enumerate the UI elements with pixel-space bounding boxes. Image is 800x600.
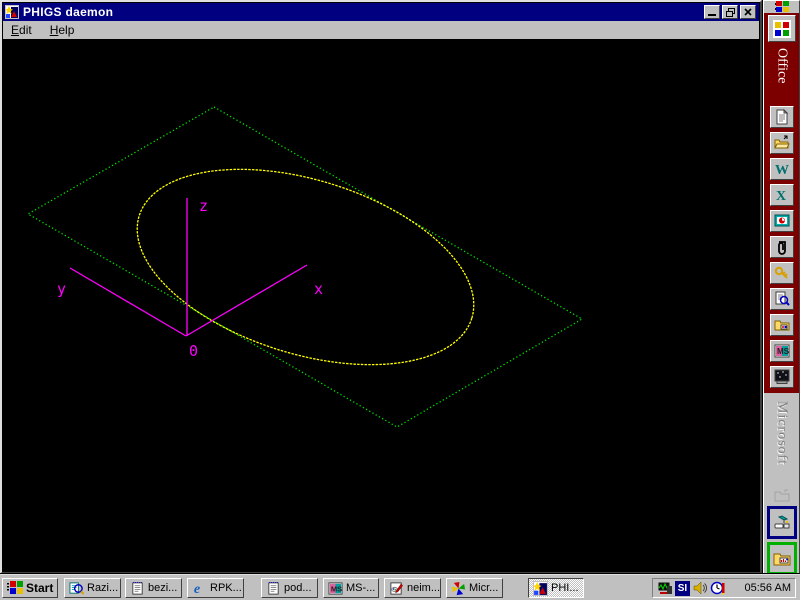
task-button-notepad-2[interactable]: pod... (261, 578, 318, 598)
internet-explorer-icon: e (194, 581, 200, 596)
office-app-icon (451, 581, 466, 595)
task-button-internet[interactable]: e RPK... (187, 578, 244, 598)
office-bar-menu-button[interactable] (764, 1, 799, 13)
explorer-icon (69, 581, 84, 595)
phigs-window: PHIGS daemon Edit Help (0, 0, 762, 574)
svg-text:X: X (776, 189, 786, 203)
task-label: pod... (284, 582, 312, 594)
start-button[interactable]: Start (2, 578, 58, 598)
schedule-button[interactable] (769, 210, 794, 232)
minimize-icon (708, 14, 716, 16)
taskbar: Start Razi... bezi... e RPK... pod... MS… (0, 574, 800, 600)
dark-screen-button[interactable] (769, 366, 794, 388)
ms-dos-icon: MS (328, 581, 343, 595)
desktop-toolbar-button[interactable] (766, 506, 797, 539)
phigs-app-icon (533, 580, 548, 596)
menu-edit-accel: E (11, 23, 20, 37)
task-label: PHI... (551, 582, 579, 594)
office-logo-button[interactable] (767, 15, 796, 42)
new-document-icon (776, 109, 788, 125)
binder-clip-icon (777, 241, 786, 255)
word-button[interactable]: W (769, 158, 794, 180)
task-label: Razi... (87, 582, 119, 594)
folder-image-button[interactable] (769, 314, 794, 336)
desktop: PHIGS daemon Edit Help z x y 0 Office W … (0, 0, 800, 600)
disabled-folder-icon (774, 489, 789, 502)
menu-help-rest: elp (58, 23, 75, 37)
find-document-icon (775, 291, 790, 306)
ms-dos-icon: MS (774, 344, 790, 358)
maximize-button[interactable] (722, 5, 738, 19)
word-icon: W (775, 163, 789, 177)
open-folder-icon (773, 135, 790, 149)
microsoft-brand-label: Microsoft (774, 401, 790, 466)
task-button-paint[interactable]: neim... (384, 578, 441, 598)
desktop-icon (774, 514, 789, 528)
notepad-icon (268, 581, 279, 595)
folder-chart-icon (773, 553, 790, 565)
keyboard-layout-indicator[interactable]: SI (675, 580, 690, 596)
task-label: bezi... (148, 582, 178, 594)
svg-text:MS: MS (331, 584, 342, 593)
windows-logo-icon (774, 1, 789, 12)
task-label: neim... (407, 582, 441, 594)
task-label: MS-... (346, 582, 376, 594)
excel-icon: X (776, 189, 786, 203)
svg-text:MS: MS (777, 347, 790, 356)
task-button-notepad-1[interactable]: bezi... (125, 578, 182, 598)
notepad-icon (132, 581, 143, 595)
menu-edit[interactable]: Edit (11, 23, 32, 37)
new-document-button[interactable] (769, 106, 794, 128)
title-bar[interactable]: PHIGS daemon (3, 3, 759, 21)
task-button-explorer[interactable]: Razi... (64, 578, 121, 598)
find-button[interactable] (769, 288, 794, 310)
menu-help[interactable]: Help (50, 23, 75, 37)
schedule-clock-icon (774, 214, 789, 227)
paint-icon (390, 581, 403, 595)
task-button-office-app[interactable]: Micr... (446, 578, 503, 598)
graphics-client-area (3, 39, 759, 571)
clock[interactable]: 05:56 AM (745, 582, 791, 594)
menu-edit-rest: dit (19, 23, 32, 37)
task-label: Micr... (469, 582, 499, 594)
task-label: RPK... (210, 582, 242, 594)
volume-icon[interactable] (692, 580, 708, 596)
excel-button[interactable]: X (769, 184, 794, 206)
task-button-phigs[interactable]: PHI... (528, 578, 584, 598)
folder-image-icon (774, 320, 789, 331)
starry-screen-icon (774, 369, 789, 384)
svg-text:e: e (194, 581, 200, 596)
minimize-button[interactable] (704, 5, 720, 19)
microsoft-toolbar-section: Microsoft (764, 393, 799, 575)
restore-icon (725, 7, 735, 17)
svg-text:W: W (775, 163, 789, 177)
system-monitor-icon[interactable] (657, 580, 673, 596)
close-button[interactable] (740, 5, 756, 19)
task-button-msdos[interactable]: MS MS-... (323, 578, 379, 598)
phigs-app-icon (5, 5, 19, 19)
menu-bar: Edit Help (3, 21, 759, 39)
close-icon (744, 8, 752, 16)
office-logo-icon (772, 19, 791, 38)
open-document-button[interactable] (769, 132, 794, 154)
key-icon (774, 266, 788, 279)
start-windows-logo-icon (7, 581, 23, 594)
msdos-button[interactable]: MS (769, 340, 794, 362)
office-bar-title: Office (774, 48, 790, 84)
window-title: PHIGS daemon (23, 5, 114, 19)
window-controls (704, 5, 757, 19)
office-toolbar-section: Office W X MS (764, 13, 799, 393)
system-tray: SI 05:56 AM (652, 578, 796, 598)
access-button[interactable] (769, 262, 794, 284)
scheduler-clock-icon[interactable] (710, 580, 726, 596)
office-shortcut-bar: Office W X MS Microsoft (763, 0, 800, 575)
start-label: Start (26, 581, 54, 595)
folders-toolbar-button[interactable] (766, 542, 797, 575)
binder-button[interactable] (769, 236, 794, 258)
